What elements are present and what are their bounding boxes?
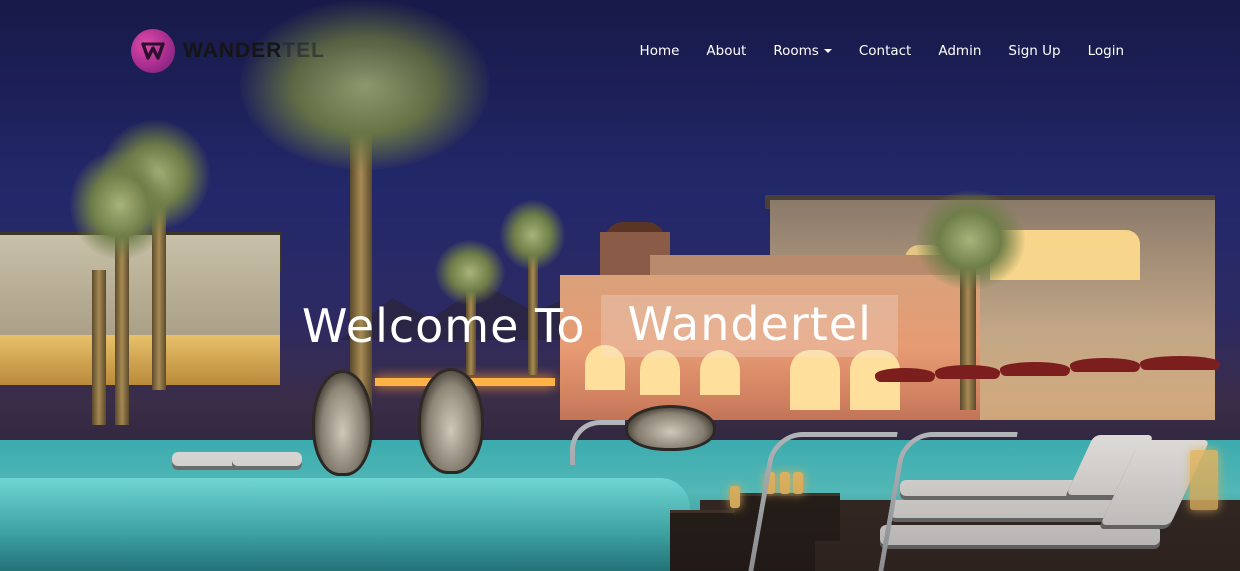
w-monogram-glyph — [141, 42, 165, 60]
brand-name: WANDERTEL — [183, 39, 325, 63]
headline-highlight: Wandertel — [601, 295, 898, 357]
nav-link-login[interactable]: Login — [1088, 43, 1124, 59]
nav-item-admin: Admin — [938, 40, 981, 59]
nav-item-signup: Sign Up — [1008, 40, 1060, 59]
nav-link-signup[interactable]: Sign Up — [1008, 43, 1060, 59]
hero-section: WANDERTEL Home About Rooms Contact Admin… — [0, 0, 1240, 571]
nav-item-home: Home — [640, 40, 680, 59]
nav-link-contact[interactable]: Contact — [859, 43, 912, 59]
nav-link-home[interactable]: Home — [640, 43, 680, 59]
hero-headline: Welcome To Wandertel — [302, 295, 898, 357]
brand-name-part2: TEL — [282, 39, 326, 62]
headline-prefix: Welcome To — [302, 299, 586, 353]
nav-link-about[interactable]: About — [706, 43, 746, 59]
main-nav: Home About Rooms Contact Admin Sign Up L… — [640, 40, 1124, 59]
nav-link-rooms-dropdown[interactable]: Rooms — [773, 43, 832, 59]
nav-item-about: About — [706, 40, 746, 59]
navbar: WANDERTEL Home About Rooms Contact Admin… — [0, 0, 1240, 100]
w-monogram-icon — [131, 29, 175, 73]
brand-name-part1: WANDER — [183, 39, 283, 62]
caret-down-icon — [823, 49, 832, 53]
nav-link-rooms-label: Rooms — [773, 43, 819, 59]
brand-logo-link[interactable]: WANDERTEL — [131, 29, 325, 73]
nav-link-admin[interactable]: Admin — [938, 43, 981, 59]
nav-item-login: Login — [1088, 40, 1124, 59]
nav-item-contact: Contact — [859, 40, 912, 59]
nav-item-rooms: Rooms — [773, 40, 832, 59]
